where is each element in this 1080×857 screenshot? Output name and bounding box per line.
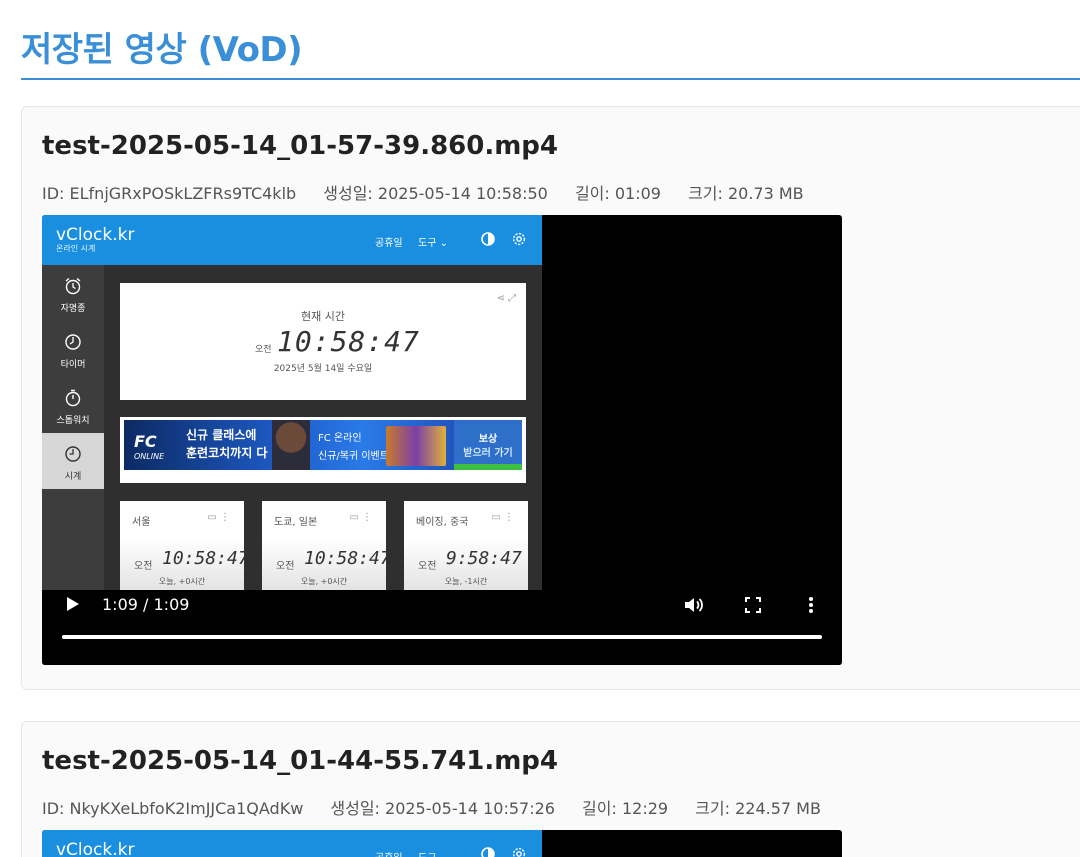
ad-banner: FC ONLINE 신규 클래스에 훈련코치까지 다 줘? FC 온라인 신규/…: [124, 420, 522, 470]
frame-nav-holidays: 공휴일: [375, 849, 403, 857]
frame-logo: vClock.kr: [56, 225, 135, 245]
more-options-icon[interactable]: [807, 594, 815, 616]
gear-icon: [512, 232, 526, 246]
city-clock: 베이징, 중국 ▭ ⋮ 오전 9:58:47 오늘, -1시간: [404, 501, 528, 590]
city-diff: 오늘, +0시간: [300, 577, 348, 586]
frame-nav-tools: 도구 ⌄: [418, 238, 448, 249]
video-size: 크기: 20.73 MB: [688, 184, 804, 203]
city-name: 도쿄, 일본: [274, 517, 318, 528]
video-progress-bar[interactable]: [62, 635, 822, 639]
city-clock: 도쿄, 일본 ▭ ⋮ 오전 10:58:47 오늘, +0시간: [262, 501, 391, 590]
clock-icon: [65, 446, 81, 462]
frame-nav-holidays: 공휴일: [375, 238, 403, 249]
video-time-display: 1:09 / 1:09: [102, 595, 190, 614]
ad-cards-image: [386, 426, 446, 466]
clock-time: 10:58:47: [277, 325, 420, 358]
city-time: 10:58:47: [162, 548, 249, 569]
city-options-icon: ▭ ⋮: [349, 512, 372, 523]
ad-line3: FC 온라인: [318, 433, 362, 444]
alarm-clock-icon: [65, 277, 81, 295]
city-diff: 오늘, -1시간: [444, 577, 488, 586]
video-player[interactable]: vClock.kr 온라인 시계 공휴일 도구 ⌄ 자명종 타이머 스톱워치 시: [42, 215, 842, 665]
frame-side-clock: 시계: [42, 433, 104, 489]
video-duration: 길이: 12:29: [582, 799, 669, 818]
contrast-icon: [481, 847, 495, 857]
video-meta: ID: ELfnjGRxPOSkLZFRs9TC4klb 생성일: 2025-0…: [42, 180, 826, 204]
frame-topbar: vClock.kr 공휴일 도구 ⌄: [42, 830, 542, 857]
city-time: 10:58:47: [304, 548, 391, 569]
timer-icon: [65, 334, 81, 350]
video-filename: test-2025-05-14_01-57-39.860.mp4: [42, 131, 559, 161]
stopwatch-icon: [65, 389, 81, 407]
video-id: ID: NkyKXeLbfoK2ImJJCa1QAdKw: [42, 799, 304, 818]
play-icon[interactable]: [66, 596, 80, 612]
frame-main-clock: ⋖ ⤢ 현재 시간 오전 10:58:47 2025년 5월 14일 수요일: [120, 283, 526, 400]
page-title: 저장된 영상 (VoD): [21, 30, 303, 70]
video-meta: ID: NkyKXeLbfoK2ImJJCa1QAdKw 생성일: 2025-0…: [42, 795, 843, 819]
city-ampm: 오전: [418, 561, 437, 572]
video-filename: test-2025-05-14_01-44-55.741.mp4: [42, 746, 559, 776]
frame-side-timer: 타이머: [42, 321, 104, 377]
frame-logo-sub: 온라인 시계: [56, 244, 96, 253]
video-player[interactable]: vClock.kr 공휴일 도구 ⌄: [42, 830, 842, 857]
frame-logo: vClock.kr: [56, 840, 135, 857]
frame-side-label: 시계: [64, 472, 82, 482]
city-time: 9:58:47: [446, 548, 522, 569]
frame-nav-tools: 도구 ⌄: [418, 849, 448, 857]
ad-brand: FC: [134, 432, 157, 451]
ad-brand-sub: ONLINE: [134, 452, 165, 461]
city-clock: 서울 ▭ ⋮ 오전 10:58:47 오늘, +0시간: [120, 501, 249, 590]
ad-cta-line2: 받으러 가기: [463, 448, 513, 459]
ad-line1: 신규 클래스에: [186, 428, 257, 442]
video-created: 생성일: 2025-05-14 10:58:50: [323, 184, 548, 203]
clock-caption: 현재 시간: [301, 310, 345, 323]
city-options-icon: ▭ ⋮: [491, 512, 514, 523]
city-ampm: 오전: [134, 561, 153, 572]
video-size: 크기: 224.57 MB: [695, 799, 821, 818]
frame-side-stopwatch: 스톱워치: [42, 377, 104, 433]
ad-cta: 보상 받으러 가기: [454, 420, 522, 470]
volume-icon[interactable]: [682, 594, 704, 616]
frame-ad: FC ONLINE 신규 클래스에 훈련코치까지 다 줘? FC 온라인 신규/…: [120, 417, 526, 483]
ad-line4: 신규/복귀 이벤트: [318, 451, 389, 462]
frame-sidebar: 자명종 타이머 스톱워치 시계: [42, 265, 104, 590]
city-ampm: 오전: [276, 561, 295, 572]
ad-bar: [454, 464, 522, 470]
contrast-icon: [481, 232, 495, 246]
frame-side-label: 스톱워치: [56, 416, 90, 426]
city-name: 베이징, 중국: [416, 517, 469, 528]
frame-topbar: vClock.kr 온라인 시계 공휴일 도구 ⌄: [42, 215, 542, 265]
frame-side-alarm: 자명종: [42, 265, 104, 321]
video-duration: 길이: 01:09: [574, 184, 661, 203]
video-card: test-2025-05-14_01-57-39.860.mp4 ID: ELf…: [21, 106, 1080, 690]
title-divider: [21, 78, 1080, 80]
gear-icon: [512, 847, 526, 857]
fullscreen-icon[interactable]: [744, 596, 762, 614]
frame-side-label: 자명종: [60, 304, 86, 314]
video-created: 생성일: 2025-05-14 10:57:26: [330, 799, 555, 818]
ad-cta-line1: 보상: [478, 434, 498, 445]
city-options-icon: ▭ ⋮: [207, 512, 230, 523]
video-controls: 1:09 / 1:09: [42, 590, 842, 665]
video-id: ID: ELfnjGRxPOSkLZFRs9TC4klb: [42, 184, 297, 203]
clock-date: 2025년 5월 14일 수요일: [273, 364, 373, 374]
share-expand-icon: ⋖ ⤢: [496, 293, 516, 304]
ad-player-image: [272, 420, 310, 470]
frame-main: ⋖ ⤢ 현재 시간 오전 10:58:47 2025년 5월 14일 수요일 F…: [104, 265, 542, 590]
video-card: test-2025-05-14_01-44-55.741.mp4 ID: Nky…: [21, 721, 1080, 857]
frame-side-label: 타이머: [60, 360, 86, 370]
clock-ampm: 오전: [255, 345, 272, 355]
city-diff: 오늘, +0시간: [158, 577, 206, 586]
city-name: 서울: [132, 517, 151, 528]
